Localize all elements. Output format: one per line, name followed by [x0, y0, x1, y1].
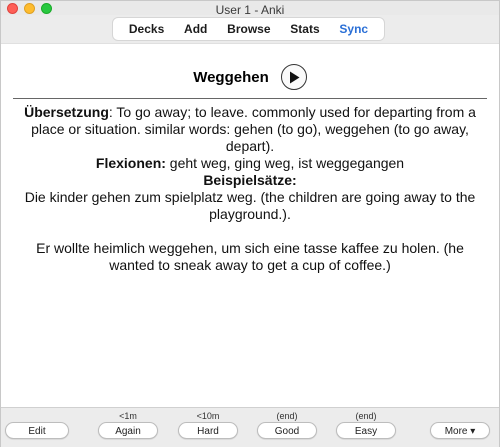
inflections-line: Flexionen: geht weg, ging weg, ist wegge… — [13, 155, 487, 172]
toolbar-nav: Decks Add Browse Stats Sync — [112, 17, 385, 41]
examples-heading: Beispielsätze: — [203, 172, 297, 188]
again-button[interactable]: Again — [98, 422, 158, 439]
toolbar-add[interactable]: Add — [184, 22, 207, 36]
toolbar-decks[interactable]: Decks — [129, 22, 164, 36]
answer-bar: Edit <1m Again <10m Hard (end) Good (end… — [1, 407, 499, 447]
front-word: Weggehen — [193, 68, 269, 86]
close-window-button[interactable] — [7, 3, 18, 14]
hard-interval: <10m — [196, 411, 220, 421]
toolbar-stats[interactable]: Stats — [290, 22, 319, 36]
translation-paragraph: Übersetzung: To go away; to leave. commo… — [13, 104, 487, 155]
example-sentence-1: Die kinder gehen zum spielplatz weg. (th… — [24, 189, 476, 222]
example-sentence-2: Er wollte heimlich weggehen, um sich ein… — [36, 240, 464, 273]
card-view: Weggehen Übersetzung: To go away; to lea… — [1, 44, 499, 407]
edit-button[interactable]: Edit — [5, 422, 69, 439]
minimize-window-button[interactable] — [24, 3, 35, 14]
inflections-label: Flexionen: — [95, 155, 166, 171]
again-interval: <1m — [119, 411, 137, 421]
main-toolbar: Decks Add Browse Stats Sync — [1, 15, 499, 44]
easy-interval: (end) — [355, 411, 377, 421]
play-audio-button[interactable] — [280, 64, 307, 90]
translation-label: Übersetzung — [24, 104, 109, 120]
easy-button[interactable]: Easy — [336, 422, 396, 439]
good-interval: (end) — [276, 411, 298, 421]
card-front: Weggehen — [1, 62, 499, 92]
hard-button[interactable]: Hard — [178, 422, 238, 439]
more-button[interactable]: More ▾ — [430, 422, 490, 439]
inflections-text: geht weg, ging weg, ist weggegangen — [165, 155, 405, 171]
title-bar: User 1 - Anki — [1, 1, 499, 17]
toolbar-browse[interactable]: Browse — [227, 22, 270, 36]
card-back: Übersetzung: To go away; to leave. commo… — [13, 104, 487, 274]
maximize-window-button[interactable] — [41, 3, 52, 14]
toolbar-sync[interactable]: Sync — [339, 22, 368, 36]
good-button[interactable]: Good — [257, 422, 317, 439]
anki-window: User 1 - Anki Decks Add Browse Stats Syn… — [0, 0, 500, 447]
play-icon — [289, 71, 300, 83]
answer-divider — [13, 98, 487, 99]
